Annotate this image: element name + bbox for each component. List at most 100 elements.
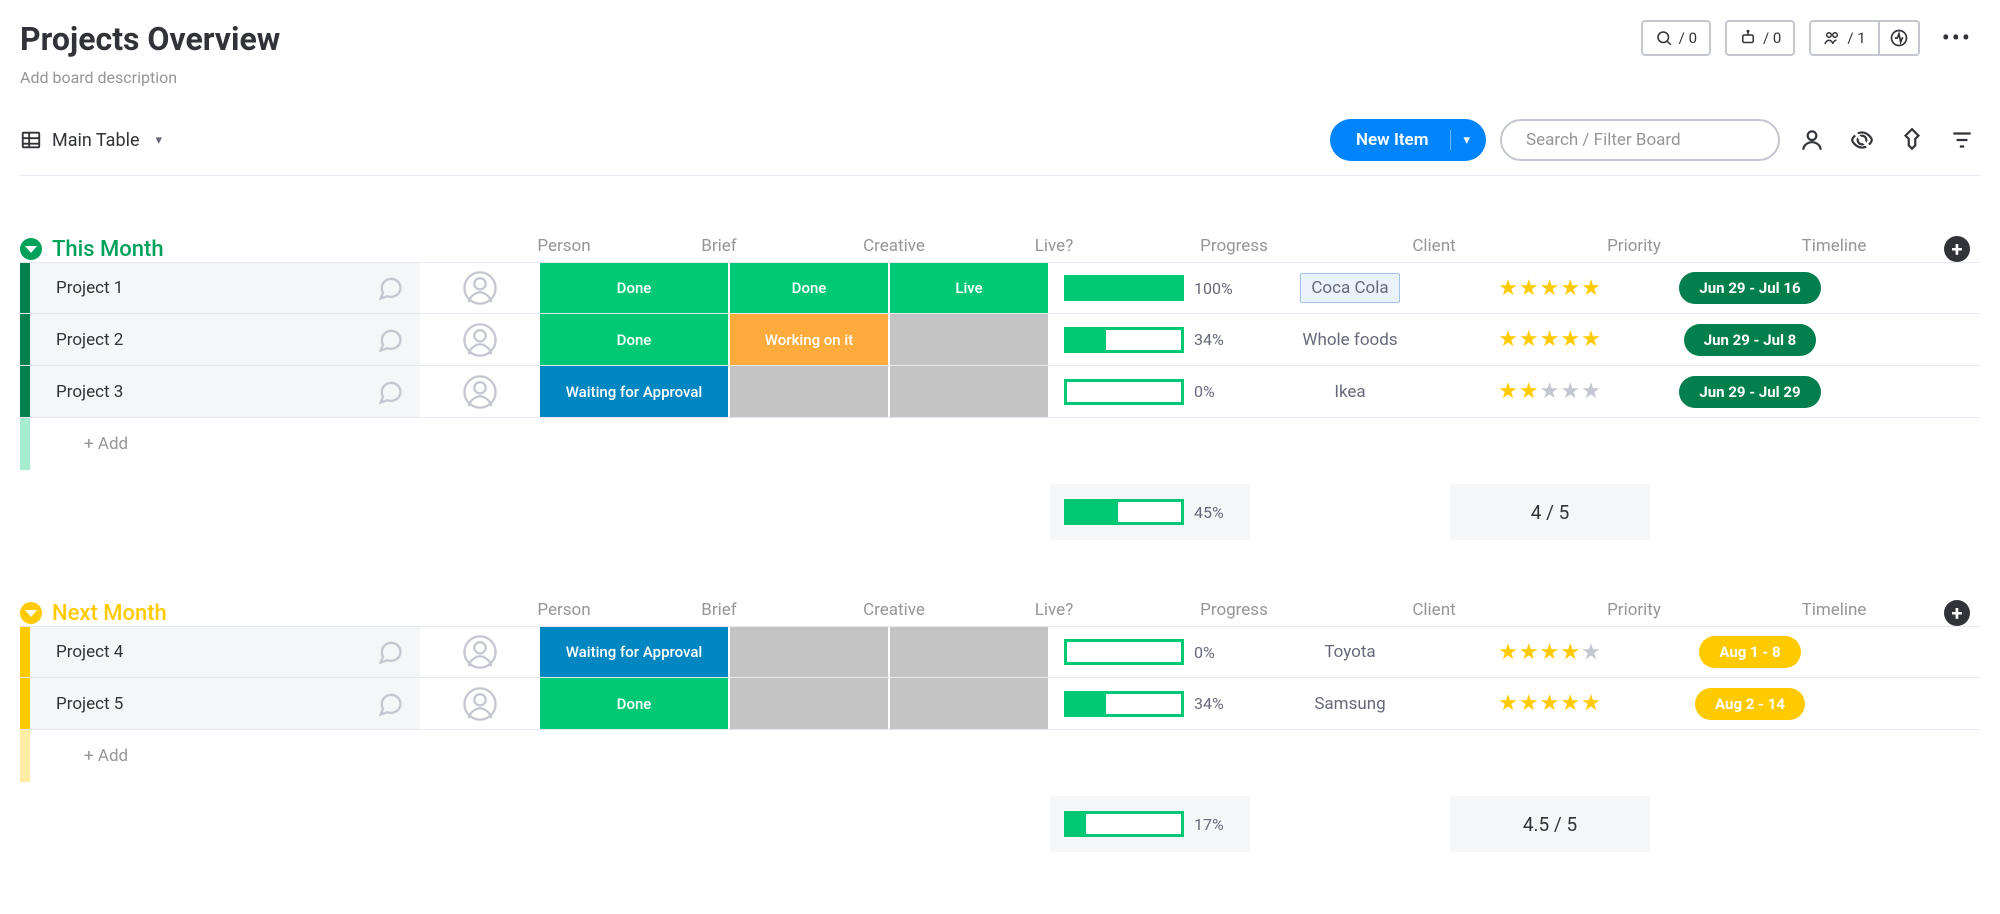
row-stripe bbox=[20, 678, 30, 729]
column-header[interactable]: Priority bbox=[1534, 236, 1734, 262]
column-header[interactable]: Progress bbox=[1134, 600, 1334, 626]
client-cell[interactable]: Toyota bbox=[1250, 627, 1450, 677]
row-title[interactable]: Project 1 bbox=[30, 263, 360, 313]
progress-cell[interactable]: 34% bbox=[1050, 314, 1250, 365]
priority-cell[interactable]: ★★★★★ bbox=[1450, 678, 1650, 729]
priority-cell[interactable]: ★★★★★ bbox=[1450, 366, 1650, 417]
board-menu-button[interactable]: ••• bbox=[1934, 24, 1980, 52]
page-title: Projects Overview bbox=[20, 20, 280, 58]
integration-pill-2[interactable]: / 0 bbox=[1725, 20, 1795, 56]
column-header[interactable]: Timeline bbox=[1734, 236, 1934, 262]
column-header[interactable]: Live? bbox=[974, 236, 1134, 262]
column-header[interactable]: Progress bbox=[1134, 236, 1334, 262]
progress-cell[interactable]: 0% bbox=[1050, 627, 1250, 677]
table-row[interactable]: Project 5 Done 34% Samsung ★★★★★ Aug 2 -… bbox=[20, 678, 1980, 730]
creative-status-cell[interactable]: Working on it bbox=[730, 314, 888, 365]
column-header[interactable]: Person bbox=[504, 600, 624, 626]
table-row[interactable]: Project 1 Done Done Live 100% Coca Cola … bbox=[20, 262, 1980, 314]
integration-pill-1[interactable]: / 0 bbox=[1641, 20, 1711, 56]
brief-status-cell[interactable]: Waiting for Approval bbox=[540, 627, 728, 677]
person-filter-button[interactable] bbox=[1794, 122, 1830, 158]
brief-status-cell[interactable]: Done bbox=[540, 263, 728, 313]
person-cell[interactable] bbox=[420, 366, 540, 417]
avatar-placeholder-icon bbox=[463, 687, 497, 721]
column-header[interactable]: Brief bbox=[624, 236, 814, 262]
column-header[interactable]: Creative bbox=[814, 236, 974, 262]
board-description[interactable]: Add board description bbox=[20, 68, 280, 87]
group-title[interactable]: This Month bbox=[52, 237, 164, 262]
column-header[interactable]: Live? bbox=[974, 600, 1134, 626]
progress-cell[interactable]: 100% bbox=[1050, 263, 1250, 313]
column-header[interactable]: Brief bbox=[624, 600, 814, 626]
live-status-cell[interactable]: Live bbox=[890, 263, 1048, 313]
priority-cell[interactable]: ★★★★★ bbox=[1450, 314, 1650, 365]
avatar-placeholder-icon bbox=[463, 271, 497, 305]
timeline-cell[interactable]: Jun 29 - Jul 8 bbox=[1650, 314, 1850, 365]
client-cell[interactable]: Samsung bbox=[1250, 678, 1450, 729]
creative-status-cell[interactable] bbox=[730, 678, 888, 729]
row-title[interactable]: Project 3 bbox=[30, 366, 360, 417]
live-status-cell[interactable] bbox=[890, 366, 1048, 417]
row-title[interactable]: Project 5 bbox=[30, 678, 360, 729]
chat-button[interactable] bbox=[360, 678, 420, 729]
progress-cell[interactable]: 34% bbox=[1050, 678, 1250, 729]
client-cell[interactable]: Whole foods bbox=[1250, 314, 1450, 365]
live-status-cell[interactable] bbox=[890, 314, 1048, 365]
column-header[interactable]: Priority bbox=[1534, 600, 1734, 626]
column-header[interactable]: Client bbox=[1334, 600, 1534, 626]
add-row-button[interactable]: + Add bbox=[20, 418, 1980, 470]
column-header[interactable]: Person bbox=[504, 236, 624, 262]
table-row[interactable]: Project 3 Waiting for Approval 0% Ikea ★… bbox=[20, 366, 1980, 418]
person-cell[interactable] bbox=[420, 627, 540, 677]
priority-cell[interactable]: ★★★★★ bbox=[1450, 627, 1650, 677]
filter-button[interactable] bbox=[1944, 122, 1980, 158]
brief-status-cell[interactable]: Done bbox=[540, 678, 728, 729]
table-row[interactable]: Project 2 Done Working on it 34% Whole f… bbox=[20, 314, 1980, 366]
timeline-cell[interactable]: Jun 29 - Jul 29 bbox=[1650, 366, 1850, 417]
live-status-cell[interactable] bbox=[890, 627, 1048, 677]
row-stripe bbox=[20, 366, 30, 417]
person-cell[interactable] bbox=[420, 314, 540, 365]
client-cell[interactable]: Coca Cola bbox=[1250, 263, 1450, 313]
row-title[interactable]: Project 4 bbox=[30, 627, 360, 677]
add-row-button[interactable]: + Add bbox=[20, 730, 1980, 782]
timeline-cell[interactable]: Aug 1 - 8 bbox=[1650, 627, 1850, 677]
search-input[interactable] bbox=[1500, 119, 1780, 161]
creative-status-cell[interactable] bbox=[730, 366, 888, 417]
creative-status-cell[interactable] bbox=[730, 627, 888, 677]
row-title[interactable]: Project 2 bbox=[30, 314, 360, 365]
table-row[interactable]: Project 4 Waiting for Approval 0% Toyota… bbox=[20, 626, 1980, 678]
column-header[interactable]: Client bbox=[1334, 236, 1534, 262]
chat-button[interactable] bbox=[360, 366, 420, 417]
column-header[interactable]: Creative bbox=[814, 600, 974, 626]
members-pill[interactable]: / 1 bbox=[1809, 20, 1879, 56]
person-cell[interactable] bbox=[420, 263, 540, 313]
add-column-button[interactable]: + bbox=[1944, 236, 1970, 262]
group-toggle[interactable] bbox=[20, 238, 42, 260]
column-header[interactable]: Timeline bbox=[1734, 600, 1934, 626]
chat-button[interactable] bbox=[360, 263, 420, 313]
pin-button[interactable] bbox=[1894, 122, 1930, 158]
creative-status-cell[interactable]: Done bbox=[730, 263, 888, 313]
progress-cell[interactable]: 0% bbox=[1050, 366, 1250, 417]
live-status-cell[interactable] bbox=[890, 678, 1048, 729]
chat-button[interactable] bbox=[360, 627, 420, 677]
timeline-cell[interactable]: Aug 2 - 14 bbox=[1650, 678, 1850, 729]
new-item-button[interactable]: New Item ▾ bbox=[1330, 119, 1486, 161]
client-cell[interactable]: Ikea bbox=[1250, 366, 1450, 417]
add-column-button[interactable]: + bbox=[1944, 600, 1970, 626]
priority-cell[interactable]: ★★★★★ bbox=[1450, 263, 1650, 313]
person-cell[interactable] bbox=[420, 678, 540, 729]
chat-button[interactable] bbox=[360, 314, 420, 365]
activity-button[interactable] bbox=[1880, 20, 1920, 56]
brief-status-cell[interactable]: Done bbox=[540, 314, 728, 365]
pin-icon bbox=[1899, 127, 1925, 153]
hide-button[interactable] bbox=[1844, 122, 1880, 158]
group-title[interactable]: Next Month bbox=[52, 601, 167, 626]
group-toggle[interactable] bbox=[20, 602, 42, 624]
avatar-placeholder-icon bbox=[463, 323, 497, 357]
timeline-cell[interactable]: Jun 29 - Jul 16 bbox=[1650, 263, 1850, 313]
brief-status-cell[interactable]: Waiting for Approval bbox=[540, 366, 728, 417]
new-item-chevron[interactable]: ▾ bbox=[1451, 133, 1486, 148]
view-selector[interactable]: Main Table ▾ bbox=[20, 129, 162, 151]
